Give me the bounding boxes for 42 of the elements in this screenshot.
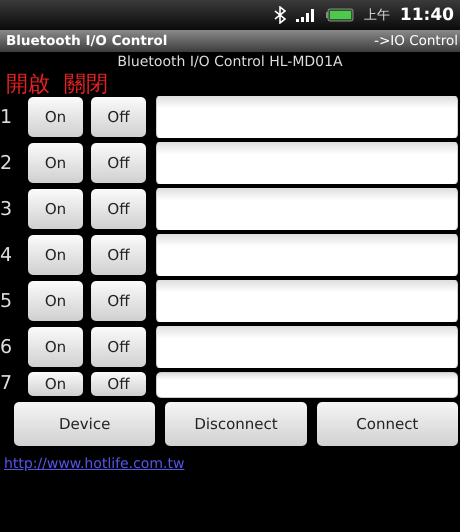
on-button[interactable]: On [28, 143, 83, 183]
off-button[interactable]: Off [91, 372, 146, 396]
battery-icon [326, 8, 354, 22]
action-button[interactable]: Disconnect [165, 402, 307, 446]
off-button[interactable]: Off [91, 143, 146, 183]
on-button[interactable]: On [28, 235, 83, 275]
input-field[interactable] [156, 280, 458, 322]
off-button[interactable]: Off [91, 97, 146, 137]
screen-label: ->IO Control [374, 33, 458, 49]
clock-time: 11:40 [400, 5, 454, 25]
input-field[interactable] [156, 372, 458, 398]
device-title: Bluetooth I/O Control HL-MD01A [117, 54, 343, 70]
signal-icon [296, 8, 316, 22]
channel-number: 2 [0, 152, 14, 174]
channel-number: 4 [0, 244, 14, 266]
channel-number: 7 [0, 372, 14, 394]
on-button[interactable]: On [28, 281, 83, 321]
annotation-label: 關閉 [64, 74, 108, 96]
off-button[interactable]: Off [91, 235, 146, 275]
on-button[interactable]: On [28, 372, 83, 396]
website-link[interactable]: http://www.hotlife.com.tw [4, 456, 184, 472]
channel-number: 1 [0, 106, 14, 128]
on-button[interactable]: On [28, 327, 83, 367]
channel-number: 3 [0, 198, 14, 220]
off-button[interactable]: Off [91, 281, 146, 321]
input-field[interactable] [156, 96, 458, 138]
annotation-label: 開啟 [6, 74, 50, 96]
action-button[interactable]: Device [14, 402, 156, 446]
action-button[interactable]: Connect [316, 402, 458, 446]
on-button[interactable]: On [28, 97, 83, 137]
time-period: 上午 [364, 7, 390, 24]
channel-number: 5 [0, 290, 14, 312]
bluetooth-icon [274, 6, 286, 24]
input-field[interactable] [156, 142, 458, 184]
on-button[interactable]: On [28, 189, 83, 229]
input-field[interactable] [156, 234, 458, 276]
app-title: Bluetooth I/O Control [6, 33, 168, 49]
off-button[interactable]: Off [91, 327, 146, 367]
input-field[interactable] [156, 188, 458, 230]
input-field[interactable] [156, 326, 458, 368]
off-button[interactable]: Off [91, 189, 146, 229]
channel-number: 6 [0, 336, 14, 358]
